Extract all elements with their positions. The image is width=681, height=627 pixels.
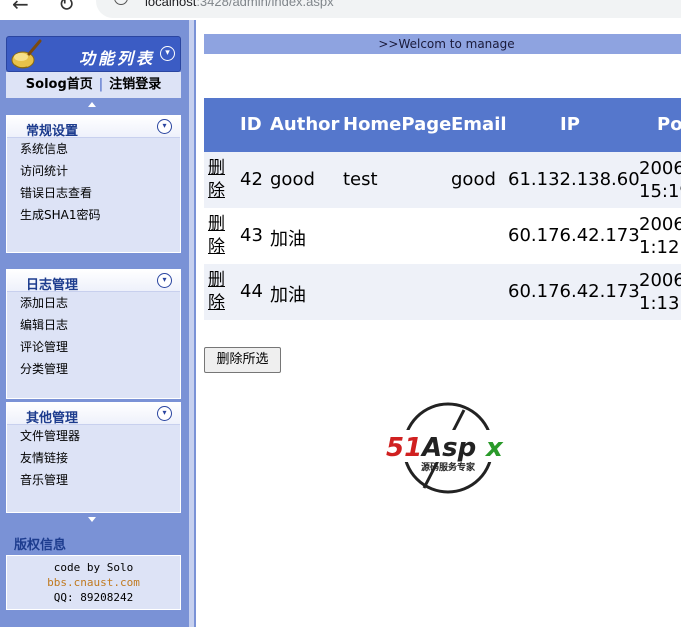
menu-panel-title: 其他管理: [26, 411, 79, 426]
cell-id: 42: [240, 169, 263, 190]
cell-post-time: 200615:19: [639, 157, 681, 203]
copyright-qq: QQ: 89208242: [53, 591, 134, 604]
menu-panel-header[interactable]: 常规设置 ▾: [7, 116, 180, 139]
sidebar-logo: 功能列表 ▾: [6, 36, 181, 72]
cell-author: good: [270, 169, 315, 190]
menu-panel-log: 日志管理 ▾ 添加日志 编辑日志 评论管理 分类管理: [6, 269, 181, 399]
menu-panel-other: 其他管理 ▾ 文件管理器 友情链接 音乐管理: [6, 402, 181, 513]
url-path: :3428/admin/index.aspx: [196, 0, 334, 9]
column-header-email: Email: [451, 114, 507, 135]
menu-item-sha1[interactable]: 生成SHA1密码: [7, 204, 180, 226]
menu-item-edit-log[interactable]: 编辑日志: [7, 314, 180, 336]
menu-item-system-info[interactable]: 系统信息: [7, 138, 180, 160]
cell-post-date: 2006: [639, 158, 681, 179]
home-link[interactable]: Solog首页: [26, 77, 93, 92]
copyright-box: code by Solo bbs.cnaust.com QQ: 89208242: [6, 555, 181, 610]
menu-item-categories[interactable]: 分类管理: [7, 358, 180, 380]
logout-link[interactable]: 注销登录: [109, 77, 161, 92]
browser-toolbar: ← ↻ i localhost:3428/admin/index.aspx: [0, 0, 681, 20]
reload-icon[interactable]: ↻: [58, 0, 75, 16]
menu-panel-header[interactable]: 日志管理 ▾: [7, 270, 180, 293]
column-header-id: ID: [240, 114, 262, 135]
welcome-banner: >>Welcom to manage: [204, 34, 681, 54]
broom-icon: [11, 39, 42, 69]
logo-text-x: x: [484, 433, 504, 463]
scroll-up-arrow-icon[interactable]: [88, 102, 96, 107]
delete-link[interactable]: 删除: [208, 213, 228, 259]
chevron-double-down-icon[interactable]: ▾: [157, 273, 172, 288]
back-arrow-icon[interactable]: ←: [12, 0, 29, 16]
column-header-ip: IP: [560, 114, 580, 135]
delete-link[interactable]: 删除: [208, 269, 228, 315]
table-row: 删除 44 加油 60.176.42.173 2006 1:13:: [204, 264, 681, 320]
menu-item-error-log[interactable]: 错误日志查看: [7, 182, 180, 204]
delete-link[interactable]: 删除: [208, 157, 228, 203]
table-row: 删除 42 good test good 61.132.138.60 2006 1…: [204, 152, 681, 208]
menu-item-music[interactable]: 音乐管理: [7, 469, 180, 491]
menu-panel-title: 日志管理: [26, 278, 79, 293]
copyright-site-link[interactable]: bbs.cnaust.com: [7, 575, 180, 590]
scroll-down-arrow-icon[interactable]: [88, 517, 96, 522]
table-row: 删除 43 加油 60.176.42.173 2006 1:12:: [204, 208, 681, 264]
nav-separator: |: [98, 77, 104, 92]
logo-text-51: 51: [386, 433, 422, 463]
menu-panel-header[interactable]: 其他管理 ▾: [7, 403, 180, 426]
top-nav: Solog首页 | 注销登录: [6, 72, 181, 98]
menu-item-links[interactable]: 友情链接: [7, 447, 180, 469]
frame-divider-edge: [194, 20, 196, 627]
cell-author: 加油: [270, 229, 306, 250]
cell-post-time: 2006 1:13:: [639, 269, 681, 315]
cell-post-clock: 15:19: [639, 181, 681, 202]
cell-ip: 60.176.42.173: [508, 281, 640, 302]
cell-post-date: 2006: [639, 214, 681, 235]
cell-post-clock: 1:12:: [639, 237, 681, 258]
delete-selected-button[interactable]: 删除所选: [204, 347, 281, 373]
cell-email: good: [451, 169, 496, 190]
cell-homepage: test: [343, 169, 378, 190]
column-header-post: Po: [657, 114, 681, 135]
cell-post-clock: 1:13:: [639, 293, 681, 314]
cell-ip: 60.176.42.173: [508, 225, 640, 246]
cell-ip: 61.132.138.60: [508, 169, 640, 190]
menu-item-add-log[interactable]: 添加日志: [7, 292, 180, 314]
copyright-title: 版权信息: [14, 538, 67, 553]
chevron-double-down-icon[interactable]: ▾: [157, 406, 172, 421]
cell-post-date: 2006: [639, 270, 681, 291]
table-header-row: ID Author HomePage Email IP Po: [204, 98, 681, 152]
menu-item-comments[interactable]: 评论管理: [7, 336, 180, 358]
cell-id: 43: [240, 225, 263, 246]
cell-id: 44: [240, 281, 263, 302]
copyright-author: code by Solo: [53, 561, 134, 574]
menu-item-visit-stats[interactable]: 访问统计: [7, 160, 180, 182]
comments-table: ID Author HomePage Email IP Po 删除 42 goo…: [204, 98, 681, 323]
51aspx-logo: 51 Asp x 源码服务专家: [384, 402, 512, 494]
cell-author: 加油: [270, 285, 306, 306]
logo-subtitle: 源码服务专家: [421, 461, 476, 473]
sidebar-title: 功能列表: [79, 49, 156, 68]
cell-post-time: 2006 1:12:: [639, 213, 681, 259]
column-header-homepage: HomePage: [343, 114, 452, 135]
menu-panel-general: 常规设置 ▾ 系统信息 访问统计 错误日志查看 生成SHA1密码: [6, 115, 181, 253]
url-host: localhost: [145, 0, 197, 9]
logo-text-aspx: Asp: [420, 433, 476, 463]
column-header-author: Author: [270, 114, 340, 135]
menu-item-file-manager[interactable]: 文件管理器: [7, 425, 180, 447]
chevron-double-down-icon[interactable]: ▾: [157, 119, 172, 134]
url-text[interactable]: localhost:3428/admin/index.aspx: [145, 0, 334, 9]
menu-panel-title: 常规设置: [26, 124, 79, 139]
chevron-double-down-icon[interactable]: ▾: [160, 46, 175, 61]
